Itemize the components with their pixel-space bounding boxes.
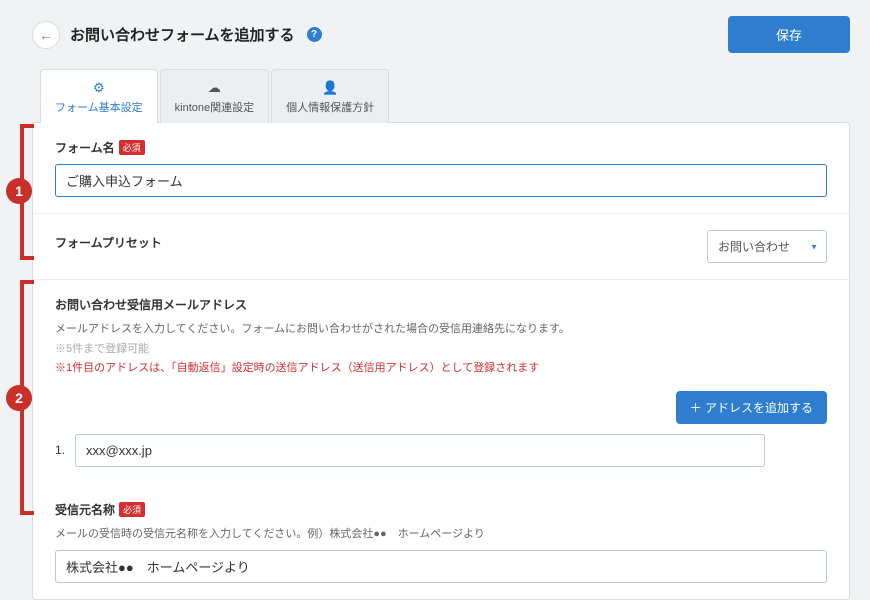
required-badge: 必須 xyxy=(119,140,145,155)
email-input-1[interactable] xyxy=(75,434,765,467)
arrow-left-icon: ← xyxy=(39,27,53,43)
tab-bar: ⚙ フォーム基本設定 ☁ kintone関連設定 👤 個人情報保護方針 xyxy=(40,69,850,123)
sender-section: 受信元名称 必須 メールの受信時の受信元名称を入力してください。例）株式会社●●… xyxy=(33,485,849,600)
cloud-icon: ☁ xyxy=(208,80,221,96)
tab-label: kintone関連設定 xyxy=(175,99,254,115)
email-row-1: 1. xyxy=(55,434,827,467)
sender-label: 受信元名称 必須 xyxy=(55,501,827,518)
help-icon[interactable]: ? xyxy=(307,27,322,42)
tab-privacy-policy[interactable]: 👤 個人情報保護方針 xyxy=(271,69,389,123)
preset-select[interactable]: お問い合わせ xyxy=(707,230,827,263)
tab-form-settings[interactable]: ⚙ フォーム基本設定 xyxy=(40,69,158,123)
email-warning: ※1件目のアドレスは、「自動返信」設定時の送信アドレス（送信用アドレス）として登… xyxy=(55,360,827,377)
preset-label: フォームプリセット xyxy=(55,234,162,251)
settings-panel: フォーム名 必須 フォームプリセット お問い合わせ お問い合わせ受信用メールアド… xyxy=(32,122,850,600)
page-title: お問い合わせフォームを追加する xyxy=(70,24,295,45)
email-section: お問い合わせ受信用メールアドレス メールアドレスを入力してください。フォームにお… xyxy=(33,280,849,485)
tab-label: フォーム基本設定 xyxy=(55,99,143,115)
email-limit-note: ※5件まで登録可能 xyxy=(55,341,827,358)
email-index: 1. xyxy=(55,443,67,457)
tab-label: 個人情報保護方針 xyxy=(286,99,374,115)
person-icon: 👤 xyxy=(322,80,338,96)
tab-kintone-settings[interactable]: ☁ kintone関連設定 xyxy=(160,69,269,123)
preset-section: フォームプリセット お問い合わせ xyxy=(33,214,849,280)
page-header: ← お問い合わせフォームを追加する ? 保存 xyxy=(32,16,850,53)
gear-icon: ⚙ xyxy=(93,80,105,96)
sender-help: メールの受信時の受信元名称を入力してください。例）株式会社●● ホームページより xyxy=(55,526,827,543)
callout-2: 2 xyxy=(6,385,32,411)
form-name-section: フォーム名 必須 xyxy=(33,123,849,214)
back-button[interactable]: ← xyxy=(32,21,60,49)
email-help: メールアドレスを入力してください。フォームにお問い合わせがされた場合の受信用連絡… xyxy=(55,321,827,338)
sender-name-input[interactable] xyxy=(55,550,827,583)
save-button[interactable]: 保存 xyxy=(728,16,850,53)
form-name-input[interactable] xyxy=(55,164,827,197)
form-name-label: フォーム名 必須 xyxy=(55,139,827,156)
add-address-button[interactable]: ＋ アドレスを追加する xyxy=(676,391,827,424)
required-badge: 必須 xyxy=(119,502,145,517)
callout-1: 1 xyxy=(6,178,32,204)
email-label: お問い合わせ受信用メールアドレス xyxy=(55,296,827,313)
